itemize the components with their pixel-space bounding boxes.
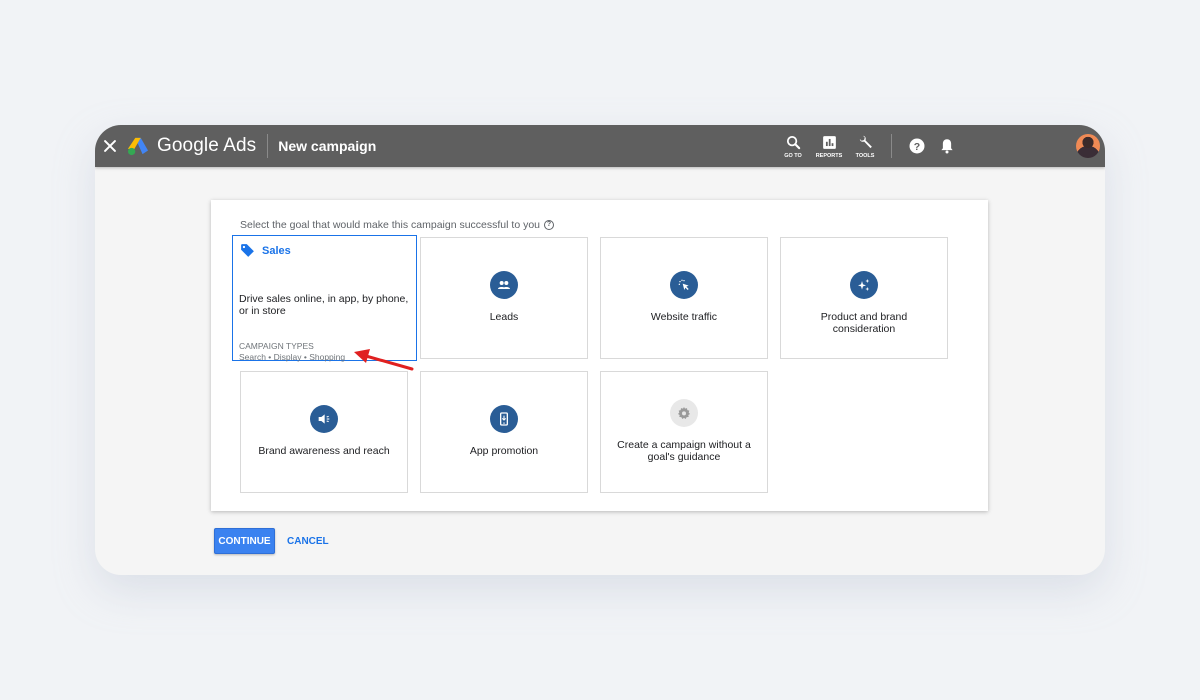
goal-label: Leads bbox=[489, 311, 519, 323]
brand-name: Google Ads bbox=[157, 135, 257, 156]
goal-card-no-goal[interactable]: Create a campaign without a goal's guida… bbox=[600, 371, 768, 493]
tools-button[interactable]: TOOLS bbox=[853, 134, 877, 159]
toolbar-divider bbox=[891, 134, 892, 158]
goal-card-brand-awareness[interactable]: Brand awareness and reach bbox=[240, 371, 408, 493]
goal-card-product-brand[interactable]: Product and brand consideration bbox=[780, 237, 948, 359]
wrench-icon bbox=[859, 135, 872, 148]
tools-label: TOOLS bbox=[855, 152, 875, 159]
search-icon bbox=[786, 135, 800, 149]
goal-card-website-traffic[interactable]: Website traffic bbox=[600, 237, 768, 359]
bell-icon[interactable] bbox=[938, 137, 956, 155]
goal-label: App promotion bbox=[469, 445, 539, 457]
reports-icon bbox=[822, 135, 836, 149]
header-divider bbox=[267, 134, 269, 158]
page-title: New campaign bbox=[278, 138, 377, 154]
user-avatar[interactable] bbox=[1076, 134, 1100, 158]
goal-title: Sales bbox=[262, 244, 291, 257]
tag-icon bbox=[241, 244, 254, 257]
sparkle-icon bbox=[850, 271, 878, 299]
help-icon[interactable]: ? bbox=[544, 220, 554, 230]
goal-card-sales[interactable]: Sales Drive sales online, in app, by pho… bbox=[232, 235, 417, 362]
goal-prompt-text: Select the goal that would make this cam… bbox=[240, 219, 540, 231]
cursor-click-icon bbox=[670, 271, 698, 299]
goal-label: Website traffic bbox=[650, 311, 718, 323]
go-to-label: GO TO bbox=[784, 152, 802, 159]
goal-label: Brand awareness and reach bbox=[258, 445, 390, 457]
phone-download-icon bbox=[490, 405, 518, 433]
help-icon[interactable]: ? bbox=[908, 137, 926, 155]
cancel-button[interactable]: CANCEL bbox=[281, 528, 335, 554]
app-window: Google Ads New campaign GO TO REPORTS TO… bbox=[95, 125, 1105, 575]
top-bar: Google Ads New campaign GO TO REPORTS TO… bbox=[95, 125, 1105, 167]
goal-card-app-promotion[interactable]: App promotion bbox=[420, 371, 588, 493]
goal-selection-panel: Select the goal that would make this cam… bbox=[211, 200, 988, 511]
goal-prompt: Select the goal that would make this cam… bbox=[240, 219, 554, 231]
goal-card-leads[interactable]: Leads bbox=[420, 237, 588, 359]
gear-icon bbox=[670, 399, 698, 427]
goal-label: Create a campaign without a goal's guida… bbox=[617, 439, 751, 463]
megaphone-icon bbox=[310, 405, 338, 433]
go-to-button[interactable]: GO TO bbox=[781, 134, 805, 159]
reports-label: REPORTS bbox=[815, 152, 843, 159]
campaign-types-label: CAMPAIGN TYPES bbox=[239, 341, 314, 351]
campaign-types-values: Search • Display • Shopping bbox=[239, 352, 346, 362]
close-icon[interactable] bbox=[103, 139, 117, 153]
top-bar-actions: GO TO REPORTS TOOLS ? bbox=[775, 125, 1105, 167]
google-ads-logo-icon bbox=[128, 137, 148, 156]
goal-description: Drive sales online, in app, by phone, or… bbox=[239, 293, 409, 317]
continue-button[interactable]: CONTINUE bbox=[214, 528, 275, 554]
people-icon bbox=[490, 271, 518, 299]
sales-header: Sales bbox=[239, 242, 291, 259]
svg-text:?: ? bbox=[914, 141, 920, 153]
goal-label: Product and brand consideration bbox=[820, 311, 908, 335]
reports-button[interactable]: REPORTS bbox=[815, 134, 843, 159]
